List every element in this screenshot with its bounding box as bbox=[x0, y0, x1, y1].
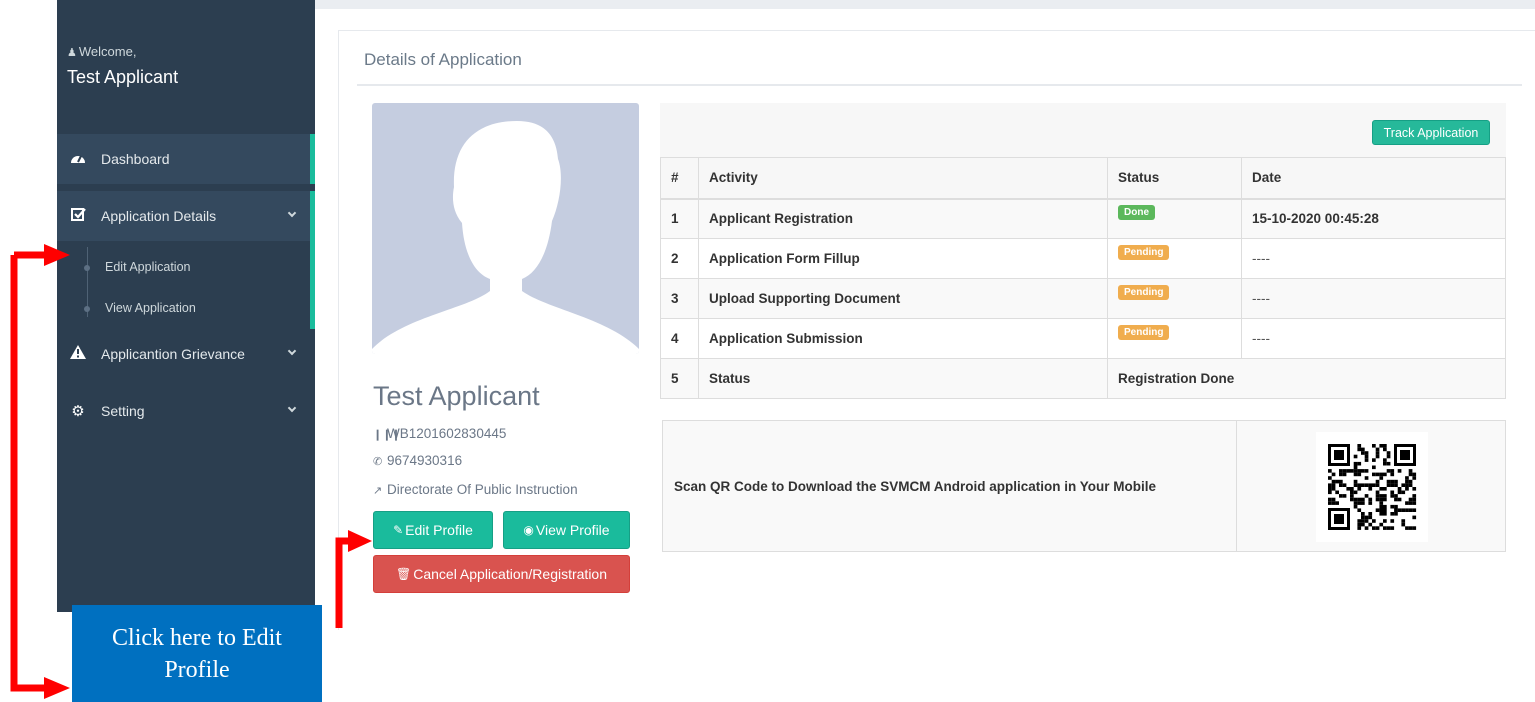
date-cell: ---- bbox=[1241, 318, 1506, 359]
activity-cell: Application Submission bbox=[698, 318, 1108, 359]
sidebar-item-dashboard[interactable]: Dashboard bbox=[57, 134, 315, 184]
date-cell: ---- bbox=[1241, 278, 1506, 319]
status-badge: Done bbox=[1118, 205, 1155, 221]
qr-code-icon bbox=[1316, 432, 1428, 542]
sidebar-item-view-application[interactable]: View Application bbox=[84, 301, 196, 315]
avatar bbox=[372, 103, 639, 354]
table-row: 1 Applicant Registration Done 15-10-2020… bbox=[660, 198, 1506, 239]
row-number: 4 bbox=[660, 318, 699, 359]
column-header: # bbox=[660, 157, 699, 200]
column-header: Status bbox=[1107, 157, 1242, 200]
qr-caption: Scan QR Code to Download the SVMCM Andro… bbox=[674, 479, 1157, 494]
divider bbox=[1236, 421, 1237, 552]
gear-icon: ⚙ bbox=[71, 403, 85, 420]
status-cell: Pending bbox=[1107, 278, 1242, 319]
column-header: Date bbox=[1241, 157, 1506, 200]
sidebar-item-setting[interactable]: ⚙ Setting bbox=[57, 386, 315, 436]
row-number: 5 bbox=[660, 358, 699, 399]
app-root: ♟ Welcome, Test Applicant Dashboard Appli… bbox=[0, 0, 1535, 702]
status-cell: Pending bbox=[1107, 238, 1242, 279]
applicant-organization: ↗ Directorate Of Public Instruction bbox=[373, 482, 578, 497]
dashboard-icon bbox=[69, 150, 87, 168]
table-row: 3 Upload Supporting Document Pending ---… bbox=[660, 278, 1506, 319]
annotation-callout: Click here to Edit Profile bbox=[72, 605, 322, 702]
page-title: Details of Application bbox=[364, 50, 522, 69]
status-badge: Pending bbox=[1118, 325, 1170, 340]
table-row: 5 Status Registration Done bbox=[660, 358, 1506, 399]
avatar-silhouette-icon bbox=[372, 121, 639, 354]
date-cell: 15-10-2020 00:45:28 bbox=[1241, 198, 1506, 239]
applicant-id: ❙❙❙WB1201602830445 bbox=[373, 426, 507, 441]
row-number: 1 bbox=[660, 198, 699, 239]
top-bar bbox=[315, 0, 1535, 9]
table-row: 4 Application Submission Pending ---- bbox=[660, 318, 1506, 359]
active-indicator bbox=[310, 191, 315, 329]
bullet-icon bbox=[84, 265, 90, 271]
activity-table: # Activity Status Date 1 Applicant Regis… bbox=[660, 157, 1506, 399]
activity-cell: Application Form Fillup bbox=[698, 238, 1108, 279]
applicant-phone: ✆ 9674930316 bbox=[373, 453, 463, 468]
row-number: 3 bbox=[660, 278, 699, 319]
sidebar-item-label: Applicantion Grievance bbox=[101, 346, 245, 362]
eye-icon: ◉ bbox=[523, 523, 534, 537]
sidebar-item-label: Dashboard bbox=[101, 151, 170, 167]
welcome-user-name: Test Applicant bbox=[67, 67, 179, 87]
chevron-down-icon bbox=[287, 403, 297, 413]
row-number: 2 bbox=[660, 238, 699, 279]
bullet-icon bbox=[84, 306, 90, 312]
user-icon: ♟ bbox=[67, 47, 77, 59]
check-square-icon bbox=[69, 207, 87, 225]
overall-status-cell: Registration Done bbox=[1107, 358, 1506, 399]
sidebar-item-application-details[interactable]: Application Details bbox=[57, 191, 315, 241]
barcode-icon: ❙❙❙ bbox=[373, 429, 401, 441]
column-header: Activity bbox=[698, 157, 1108, 200]
chevron-down-icon bbox=[287, 346, 297, 356]
table-header-row: # Activity Status Date bbox=[660, 157, 1506, 200]
activity-cell: Upload Supporting Document bbox=[698, 278, 1108, 319]
sidebar-item-label: Setting bbox=[101, 403, 145, 419]
view-profile-button[interactable]: ◉ View Profile bbox=[503, 511, 630, 549]
track-application-button[interactable]: Track Application bbox=[1372, 120, 1490, 145]
chevron-down-icon bbox=[287, 208, 297, 218]
warning-icon bbox=[69, 345, 87, 363]
phone-icon: ✆ bbox=[373, 456, 383, 468]
sidebar-item-label: Application Details bbox=[101, 208, 217, 224]
sidebar-item-grievance[interactable]: Applicantion Grievance bbox=[57, 329, 315, 379]
external-link-icon: ↗ bbox=[373, 485, 383, 497]
cancel-application-button[interactable]: 🗑 Cancel Application/Registration bbox=[373, 555, 630, 593]
status-cell: Done bbox=[1107, 198, 1242, 239]
edit-profile-button[interactable]: ✎ Edit Profile bbox=[373, 511, 493, 549]
activity-cell: Applicant Registration bbox=[698, 198, 1108, 239]
divider bbox=[357, 84, 1522, 86]
edit-icon: ✎ bbox=[393, 523, 404, 537]
application-details-submenu: Edit Application View Application bbox=[57, 191, 315, 329]
profile-name: Test Applicant bbox=[373, 381, 540, 411]
sidebar: ♟ Welcome, Test Applicant Dashboard Appli… bbox=[57, 0, 315, 612]
date-cell: ---- bbox=[1241, 238, 1506, 279]
status-badge: Pending bbox=[1118, 285, 1170, 300]
trash-icon: 🗑 bbox=[395, 567, 412, 581]
table-row: 2 Application Form Fillup Pending ---- bbox=[660, 238, 1506, 279]
status-badge: Pending bbox=[1118, 245, 1170, 260]
sidebar-item-edit-application[interactable]: Edit Application bbox=[84, 260, 190, 274]
status-cell: Pending bbox=[1107, 318, 1242, 359]
welcome-text: ♟ Welcome, bbox=[67, 44, 137, 59]
activity-cell: Status bbox=[698, 358, 1108, 399]
arrow-head-icon bbox=[44, 677, 70, 699]
